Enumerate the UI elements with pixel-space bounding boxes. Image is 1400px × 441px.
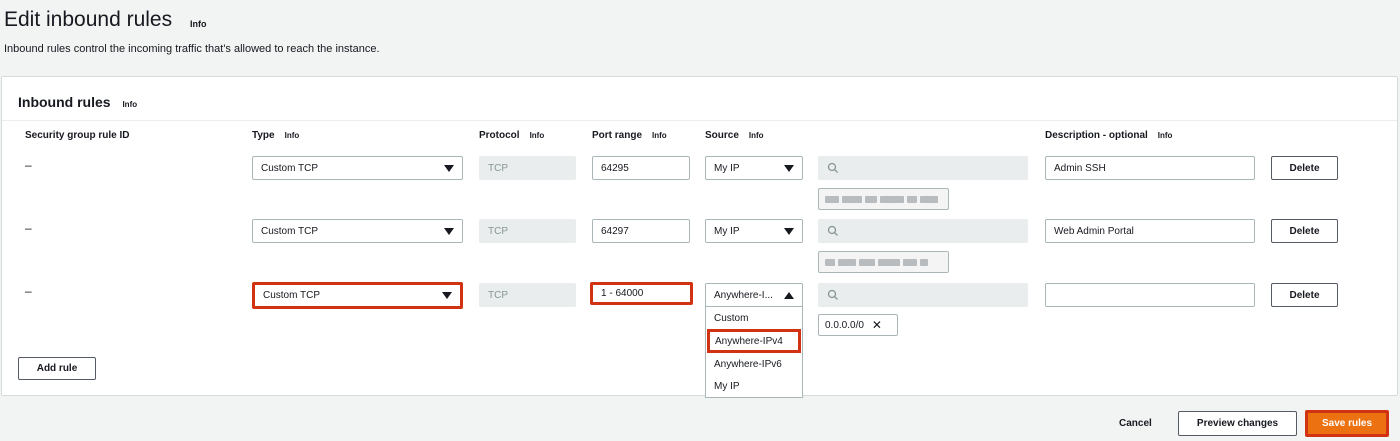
port-range-input[interactable]: 64295: [592, 156, 690, 180]
port-range-input[interactable]: 1 - 64000: [590, 282, 693, 305]
redacted-ip-chip: [818, 251, 949, 273]
col-header-protocol: Protocol Info: [479, 130, 544, 141]
rule-id: –: [25, 284, 32, 298]
type-select-value: Custom TCP: [261, 162, 319, 174]
info-link[interactable]: Info: [285, 131, 300, 140]
protocol-field: TCP: [479, 219, 576, 243]
cidr-search-input[interactable]: [818, 219, 1028, 243]
source-dropdown-menu: Custom Anywhere-IPv4 Anywhere-IPv6 My IP: [705, 306, 803, 398]
col-header-type-label: Type: [252, 130, 275, 141]
col-header-description-label: Description - optional: [1045, 130, 1148, 141]
dropdown-option-anywhere-ipv6[interactable]: Anywhere-IPv6: [706, 353, 802, 375]
cidr-chip: 0.0.0.0/0 ✕: [818, 314, 898, 336]
info-link[interactable]: Info: [122, 100, 137, 109]
rule-id: –: [25, 158, 32, 172]
page-title: Edit inbound rules: [4, 8, 173, 31]
caret-down-icon: [444, 164, 454, 172]
delete-button[interactable]: Delete: [1271, 219, 1338, 243]
caret-down-icon: [784, 164, 794, 172]
caret-up-icon: [784, 291, 794, 299]
type-select[interactable]: Custom TCP: [252, 156, 463, 180]
search-icon: [827, 289, 838, 300]
cidr-search-input[interactable]: [818, 156, 1028, 180]
source-select-value: My IP: [714, 225, 740, 237]
caret-down-icon: [444, 227, 454, 235]
search-icon: [827, 225, 838, 236]
col-header-port-range: Port range Info: [592, 130, 667, 141]
caret-down-icon: [442, 292, 452, 299]
type-select-value: Custom TCP: [261, 225, 319, 237]
close-icon[interactable]: ✕: [872, 318, 882, 332]
preview-changes-button[interactable]: Preview changes: [1178, 411, 1297, 436]
cidr-search-input[interactable]: [818, 283, 1028, 307]
source-select[interactable]: Anywhere-I...: [705, 283, 803, 307]
dropdown-option-anywhere-ipv4[interactable]: Anywhere-IPv4: [707, 329, 801, 353]
save-rules-button[interactable]: Save rules: [1305, 410, 1389, 437]
col-header-description: Description - optional Info: [1045, 130, 1172, 141]
source-select[interactable]: My IP: [705, 156, 803, 180]
rule-id: –: [25, 221, 32, 235]
panel-title: Inbound rules Info: [18, 94, 137, 110]
type-select[interactable]: Custom TCP: [252, 282, 463, 309]
panel-divider: [2, 120, 1397, 121]
col-header-protocol-label: Protocol: [479, 130, 520, 141]
type-select[interactable]: Custom TCP: [252, 219, 463, 243]
cidr-chip-value: 0.0.0.0/0: [825, 319, 864, 331]
description-input[interactable]: [1045, 283, 1255, 307]
col-header-rule-id: Security group rule ID: [25, 130, 130, 141]
delete-button[interactable]: Delete: [1271, 283, 1338, 307]
source-select-value: My IP: [714, 162, 740, 174]
redacted-ip-chip: [818, 188, 949, 210]
dropdown-option-my-ip[interactable]: My IP: [706, 375, 802, 397]
col-header-source-label: Source: [705, 130, 739, 141]
info-link[interactable]: Info: [652, 131, 667, 140]
description-input[interactable]: Admin SSH: [1045, 156, 1255, 180]
info-link[interactable]: Info: [530, 131, 545, 140]
add-rule-button[interactable]: Add rule: [18, 357, 96, 380]
col-header-port-label: Port range: [592, 130, 643, 141]
source-select-value: Anywhere-I...: [714, 289, 773, 301]
protocol-field: TCP: [479, 156, 576, 180]
search-icon: [827, 162, 838, 173]
delete-button[interactable]: Delete: [1271, 156, 1338, 180]
info-link[interactable]: Info: [749, 131, 764, 140]
source-select[interactable]: My IP: [705, 219, 803, 243]
cancel-button[interactable]: Cancel: [1119, 418, 1152, 429]
col-header-type: Type Info: [252, 130, 299, 141]
protocol-field: TCP: [479, 283, 576, 307]
description-input[interactable]: Web Admin Portal: [1045, 219, 1255, 243]
info-link[interactable]: Info: [190, 19, 207, 29]
port-range-input[interactable]: 64297: [592, 219, 690, 243]
panel-title-text: Inbound rules: [18, 94, 111, 110]
caret-down-icon: [784, 227, 794, 235]
page-subtitle: Inbound rules control the incoming traff…: [4, 43, 380, 55]
dropdown-option-custom[interactable]: Custom: [706, 307, 802, 329]
col-header-source: Source Info: [705, 130, 764, 141]
info-link[interactable]: Info: [1158, 131, 1173, 140]
type-select-value: Custom TCP: [263, 290, 321, 301]
